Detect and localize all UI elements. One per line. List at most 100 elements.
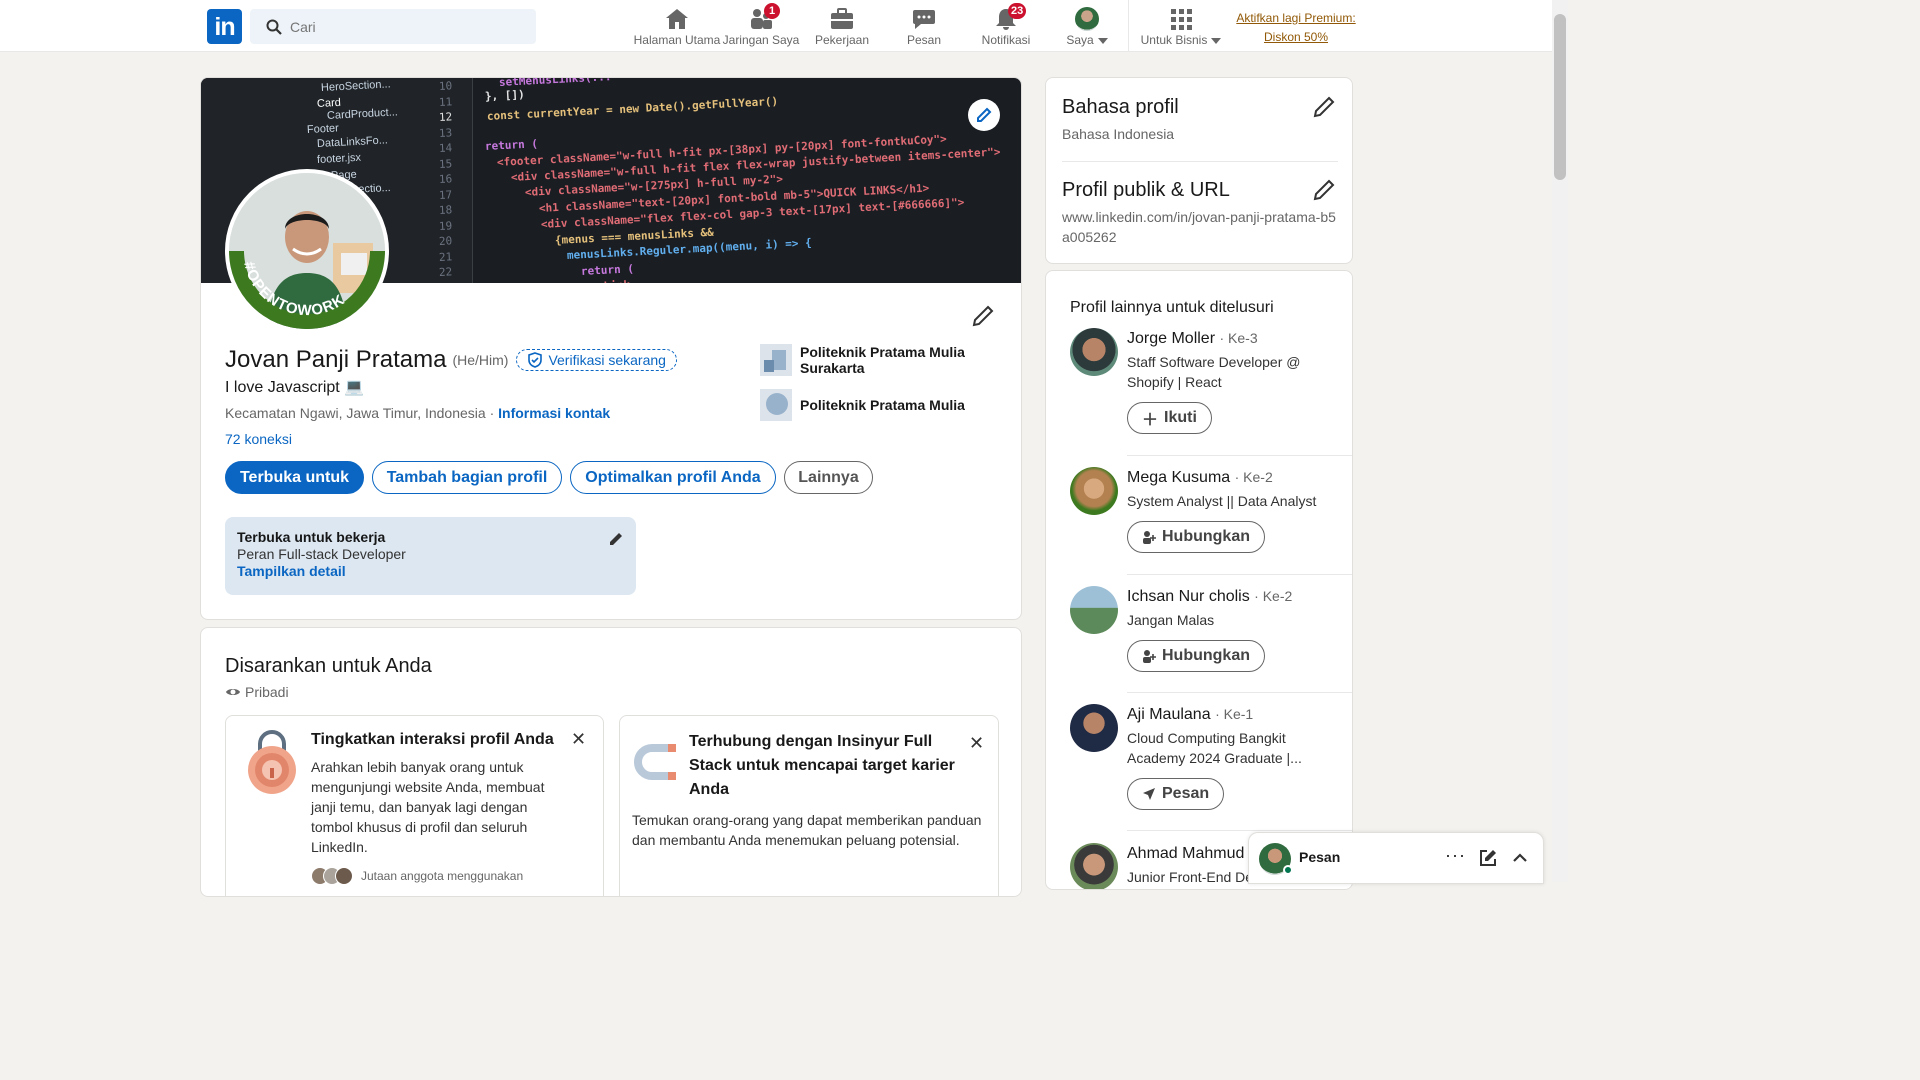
edit-intro-pencil-icon[interactable] <box>971 304 995 328</box>
education-item[interactable]: Politeknik Pratama Mulia Surakarta <box>760 344 980 376</box>
person-headline: Staff Software Developer @ Shopify | Rea… <box>1127 354 1301 390</box>
shield-check-icon <box>528 352 543 368</box>
avatar <box>1075 7 1099 31</box>
avatar <box>1070 467 1118 515</box>
pencil-icon[interactable] <box>1312 178 1336 202</box>
people-also-viewed-card: Profil lainnya untuk ditelusuri Jorge Mo… <box>1045 270 1353 890</box>
compose-icon[interactable] <box>1479 849 1497 867</box>
verify-label: Verifikasi sekarang <box>548 352 666 368</box>
person-item[interactable]: Aji Maulana · Ke-1 Cloud Computing Bangk… <box>1070 704 1330 814</box>
magnet-icon <box>634 744 676 780</box>
person-headline: Cloud Computing Bangkit Academy 2024 Gra… <box>1127 730 1302 766</box>
open-to-work-box[interactable]: Terbuka untuk bekerja Peran Full-stack D… <box>225 517 636 595</box>
connect-button[interactable]: Hubungkan <box>1127 640 1265 672</box>
divider <box>1127 574 1352 575</box>
person-item[interactable]: Jorge Moller · Ke-3 Staff Software Devel… <box>1070 328 1330 438</box>
nav-messaging-label: Pesan <box>906 33 942 47</box>
follow-button[interactable]: ＋ Ikuti <box>1127 402 1212 434</box>
divider <box>1127 692 1352 693</box>
person-item[interactable]: Mega Kusuma · Ke-2 System Analyst || Dat… <box>1070 467 1330 557</box>
suggestion-body: Temukan orang-orang yang dapat memberika… <box>632 812 982 848</box>
open-to-button[interactable]: Terbuka untuk <box>225 461 364 494</box>
nav-notifications[interactable]: 23 Notifikasi <box>976 3 1036 50</box>
avatar <box>1070 704 1118 752</box>
enhance-profile-button[interactable]: Optimalkan profil Anda <box>570 461 776 494</box>
line-number: 20 <box>438 234 453 248</box>
messaging-label: Pesan <box>1299 849 1341 865</box>
nav-jobs-label: Pekerjaan <box>814 33 870 47</box>
open-to-work-title: Terbuka untuk bekerja <box>237 529 386 545</box>
visibility-label: Pribadi <box>245 684 289 700</box>
profile-photo[interactable]: #OPENTOWORK <box>225 169 389 333</box>
line-number: 21 <box>438 249 453 264</box>
suggestion-item[interactable]: Terhubung dengan Insinyur Full Stack unt… <box>619 715 999 896</box>
line-number: 17 <box>438 187 453 202</box>
suggestion-title: Tingkatkan interaksi profil Anda <box>311 731 554 748</box>
nav-jobs[interactable]: Pekerjaan <box>812 6 872 50</box>
send-icon <box>1142 787 1156 801</box>
search-input[interactable] <box>290 9 530 44</box>
page-scrollbar[interactable] <box>1552 0 1568 882</box>
nav-home[interactable]: Halaman Utama <box>633 6 721 50</box>
nav-business-label: Untuk Bisnis <box>1140 33 1208 47</box>
chevron-up-icon[interactable] <box>1511 849 1529 867</box>
language-value: Bahasa Indonesia <box>1062 126 1175 142</box>
contact-info-link[interactable]: Informasi kontak <box>498 405 610 421</box>
show-details-link[interactable]: Tampilkan detail <box>237 563 624 579</box>
connections-link[interactable]: 72 koneksi <box>225 431 292 447</box>
pencil-icon[interactable] <box>608 531 624 547</box>
file-tree-item: footer.jsx <box>316 151 362 166</box>
message-button[interactable]: Pesan <box>1127 778 1225 810</box>
person-item[interactable]: Ichsan Nur cholis · Ke-2 Jangan Malas Hu… <box>1070 586 1330 676</box>
code-line: }, []) <box>484 87 526 103</box>
pencil-icon[interactable] <box>1312 95 1336 119</box>
profile-headline: I love Javascript 💻 <box>225 379 365 396</box>
search-icon <box>266 19 282 35</box>
more-button[interactable]: Lainnya <box>784 461 873 494</box>
chevron-down-icon <box>1097 37 1108 44</box>
plus-icon: ＋ <box>1142 412 1159 429</box>
nav-messaging[interactable]: Pesan <box>894 6 954 50</box>
search-bar[interactable] <box>250 9 536 44</box>
profile-settings-card: Bahasa profil Bahasa Indonesia Profil pu… <box>1045 77 1353 264</box>
messaging-bar[interactable]: Pesan ··· <box>1248 832 1544 884</box>
person-headline: Jangan Malas <box>1127 612 1215 628</box>
home-icon <box>666 9 688 29</box>
premium-line1: Aktifkan lagi Premium: <box>1236 11 1356 25</box>
more-options-icon[interactable]: ··· <box>1445 845 1466 866</box>
network-badge: 1 <box>764 3 780 19</box>
code-line: const currentYear = new Date().getFullYe… <box>486 94 779 123</box>
open-to-work-ring: #OPENTOWORK <box>229 250 385 329</box>
linkedin-logo-icon[interactable]: in <box>207 9 242 44</box>
close-icon[interactable]: ✕ <box>571 729 586 750</box>
nav-business[interactable]: Untuk Bisnis <box>1138 6 1224 50</box>
premium-link[interactable]: Aktifkan lagi Premium: Diskon 50% <box>1226 9 1366 47</box>
briefcase-icon <box>831 8 853 29</box>
edit-cover-button[interactable] <box>968 99 1000 131</box>
line-number: 16 <box>438 172 453 186</box>
scrollbar-thumb[interactable] <box>1554 14 1566 180</box>
file-tree-item: Footer <box>306 122 340 136</box>
nav-network-label: Jaringan Saya <box>722 33 800 47</box>
line-number: 12 <box>438 110 453 124</box>
person-degree: · Ke-2 <box>1254 588 1293 604</box>
suggestion-body: Arahkan lebih banyak orang untuk mengunj… <box>311 759 545 855</box>
premium-line2: Diskon 50% <box>1263 30 1329 44</box>
nav-home-label: Halaman Utama <box>633 33 721 47</box>
nav-network[interactable]: 1 Jaringan Saya <box>722 3 800 50</box>
eye-icon <box>226 689 240 695</box>
nav-me[interactable]: Saya <box>1058 6 1116 50</box>
person-headline: System Analyst || Data Analyst <box>1127 493 1317 509</box>
person-name: Mega Kusuma <box>1127 469 1231 486</box>
person-degree: · Ke-2 <box>1234 469 1273 485</box>
verify-button[interactable]: Verifikasi sekarang <box>516 349 677 371</box>
person-degree: · Ke-3 <box>1219 330 1258 346</box>
connect-button[interactable]: Hubungkan <box>1127 521 1265 553</box>
line-number: 18 <box>438 203 453 217</box>
code-line: setMenusLinks(... <box>498 78 612 89</box>
nav-notifications-label: Notifikasi <box>981 33 1031 47</box>
suggestion-item[interactable]: Tingkatkan interaksi profil Anda ✕ Arahk… <box>225 715 604 896</box>
add-profile-section-button[interactable]: Tambah bagian profil <box>372 461 562 494</box>
education-item[interactable]: Politeknik Pratama Mulia <box>760 389 980 421</box>
close-icon[interactable]: ✕ <box>969 733 984 754</box>
